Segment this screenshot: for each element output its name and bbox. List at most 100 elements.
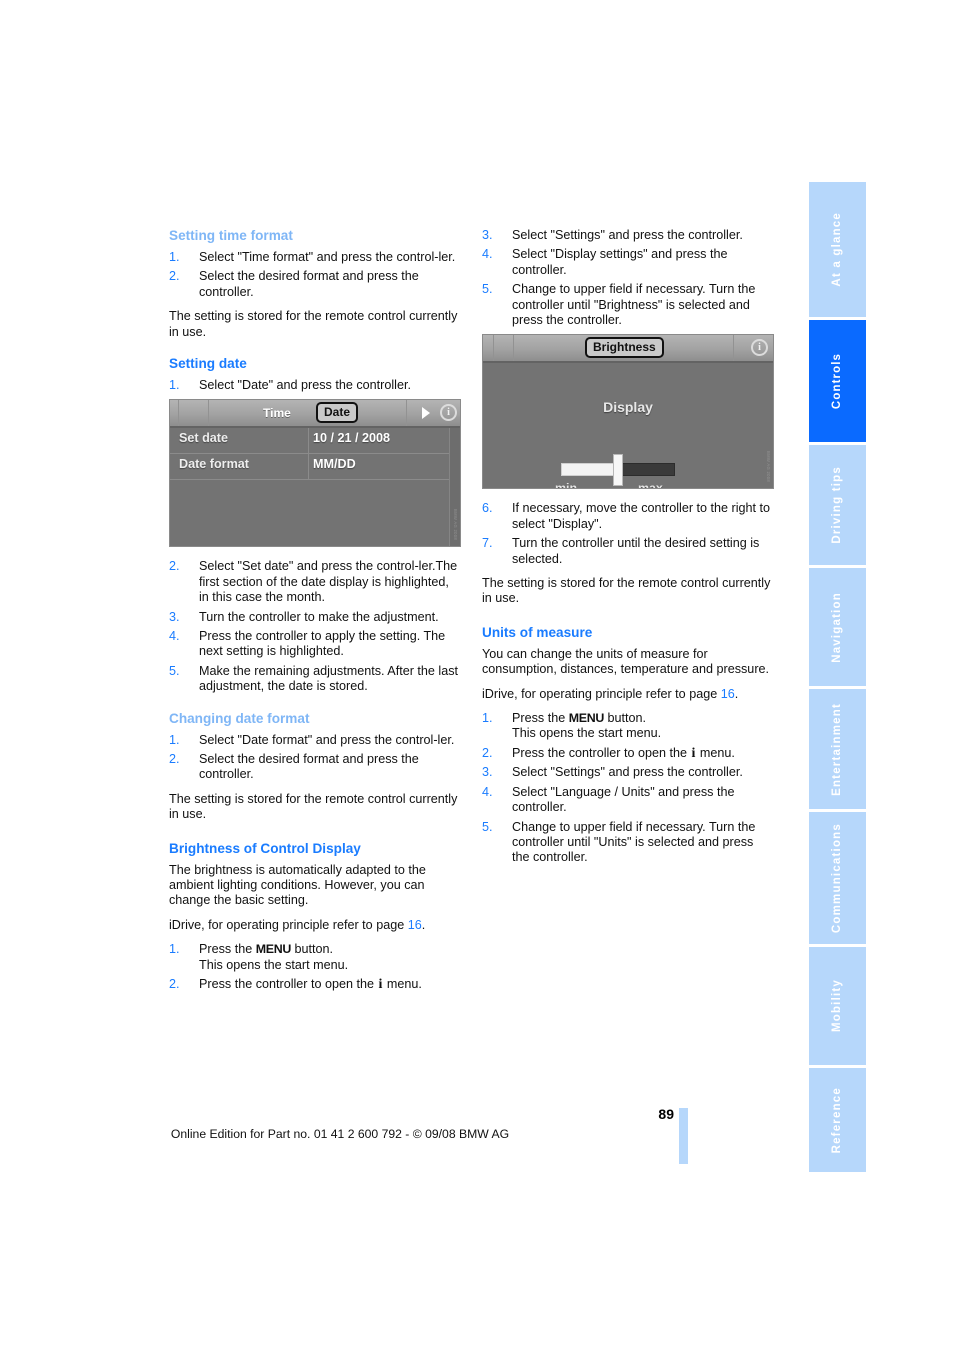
list-item: 1. Press the MENU button. This opens the… bbox=[169, 942, 461, 973]
sidebar-item-reference[interactable]: Reference bbox=[809, 1068, 866, 1172]
header-slot-divider bbox=[406, 400, 407, 427]
step-text-second-line: This opens the start menu. bbox=[512, 726, 662, 741]
steps-units-of-measure: 1. Press the MENU button. This opens the… bbox=[482, 711, 774, 866]
tab-label: Navigation bbox=[830, 591, 843, 663]
note-time-format: The setting is stored for the remote con… bbox=[169, 309, 458, 339]
list-item: 3. Select "Settings" and press the contr… bbox=[482, 228, 774, 243]
image-watermark: BMW AG 2008 bbox=[453, 509, 458, 541]
page-reference-link[interactable]: 16 bbox=[408, 918, 422, 932]
slider-thumb[interactable] bbox=[613, 454, 623, 487]
step-number: 6. bbox=[482, 501, 493, 516]
row-label: Date format bbox=[179, 457, 249, 472]
step-text: Turn the controller until the desired se… bbox=[512, 536, 760, 566]
table-row[interactable]: Set date 10 / 21 / 2008 bbox=[170, 428, 460, 455]
menu-button-key: MENU bbox=[568, 711, 605, 726]
step-number: 7. bbox=[482, 536, 493, 551]
page-number-marker bbox=[679, 1108, 688, 1164]
steps-setting-time-format: 1. Select "Time format" and press the co… bbox=[169, 250, 461, 300]
sidebar-item-communications[interactable]: Communications bbox=[809, 812, 866, 944]
step-text: Make the remaining adjustments. After th… bbox=[199, 663, 459, 694]
step-number: 4. bbox=[169, 629, 180, 644]
idrive-tab-brightness[interactable]: Brightness bbox=[585, 337, 664, 359]
list-item: 3. Turn the controller to make the adjus… bbox=[169, 610, 461, 625]
step-text-pre: Press the bbox=[199, 942, 256, 957]
step-text: Change to upper field if necessary. Turn… bbox=[512, 282, 756, 328]
step-number: 2. bbox=[169, 752, 180, 767]
tab-label: Controls bbox=[830, 352, 843, 410]
idrive-ref-suffix: . bbox=[421, 917, 426, 932]
steps-changing-date-format: 1. Select "Date format" and press the co… bbox=[169, 733, 461, 783]
step-text-second-line: This opens the start menu. bbox=[199, 957, 349, 972]
list-item: 5. Change to upper field if necessary. T… bbox=[482, 282, 774, 328]
step-number: 2. bbox=[169, 269, 180, 284]
header-slot-divider bbox=[178, 400, 179, 427]
idrive-ref-suffix: . bbox=[734, 686, 739, 701]
step-number: 2. bbox=[169, 977, 180, 992]
heading-setting-date: Setting date bbox=[169, 356, 247, 372]
list-item: 7. Turn the controller until the desired… bbox=[482, 536, 774, 567]
step-number: 5. bbox=[482, 282, 493, 297]
step-text: Select "Date format" and press the contr… bbox=[199, 732, 455, 747]
slider-fill bbox=[561, 463, 617, 477]
step-number: 4. bbox=[482, 784, 493, 799]
step-number: 3. bbox=[169, 609, 180, 624]
sidebar-item-controls[interactable]: Controls bbox=[809, 320, 866, 442]
list-item: 3. Select "Settings" and press the contr… bbox=[482, 765, 774, 780]
list-item: 2. Select the desired format and press t… bbox=[169, 752, 461, 783]
step-text-post: menu. bbox=[383, 977, 422, 992]
footer-text: Online Edition for Part no. 01 41 2 600 … bbox=[170, 1127, 510, 1141]
list-item: 1. Select "Date format" and press the co… bbox=[169, 733, 461, 748]
step-text: Select the desired format and press the … bbox=[199, 752, 419, 782]
step-text: Select "Time format" and press the contr… bbox=[199, 249, 456, 264]
step-text: Turn the controller to make the adjustme… bbox=[199, 609, 439, 624]
heading-changing-date-format: Changing date format bbox=[169, 710, 310, 726]
tab-label: At a glance bbox=[830, 212, 843, 287]
table-row[interactable]: Date format MM/DD bbox=[170, 454, 460, 481]
tab-label: Mobility bbox=[830, 979, 843, 1033]
idrive-brightness-screenshot: Brightness i Display min. max. BMW AG 20… bbox=[482, 334, 774, 490]
idrive-header-bar: Time Date i bbox=[170, 400, 460, 429]
intro-units: You can change the units of measure for … bbox=[482, 646, 770, 677]
info-circle-icon[interactable]: i bbox=[440, 404, 457, 422]
heading-brightness-of-control-display: Brightness of Control Display bbox=[169, 840, 361, 856]
step-number: 3. bbox=[482, 765, 493, 780]
idrive-ref-prefix: iDrive, for operating principle refer to… bbox=[482, 686, 721, 701]
sidebar-item-entertainment[interactable]: Entertainment bbox=[809, 689, 866, 809]
step-number: 2. bbox=[169, 559, 180, 574]
row-value: MM/DD bbox=[313, 457, 356, 472]
triangle-right-icon[interactable] bbox=[422, 407, 430, 420]
right-column: 3. Select "Settings" and press the contr… bbox=[482, 228, 774, 875]
intro-brightness: The brightness is automatically adapted … bbox=[169, 862, 426, 908]
sidebar-item-at-a-glance[interactable]: At a glance bbox=[809, 182, 866, 317]
list-item: 4. Press the controller to apply the set… bbox=[169, 629, 461, 660]
info-circle-icon[interactable]: i bbox=[751, 339, 768, 357]
step-number: 1. bbox=[482, 711, 493, 726]
sidebar-item-navigation[interactable]: Navigation bbox=[809, 568, 866, 686]
row-divider bbox=[308, 428, 309, 454]
page-reference-link[interactable]: 16 bbox=[721, 687, 735, 701]
list-item: 2. Press the controller to open the i me… bbox=[482, 746, 774, 761]
step-text: Change to upper field if necessary. Turn… bbox=[512, 819, 756, 865]
idrive-tab-date[interactable]: Date bbox=[316, 402, 359, 424]
list-item: 2. Select "Set date" and press the contr… bbox=[169, 559, 461, 605]
step-number: 4. bbox=[482, 247, 493, 262]
step-text-post: button. bbox=[604, 711, 647, 726]
menu-button-key: MENU bbox=[255, 942, 292, 957]
header-slot-divider bbox=[733, 335, 734, 362]
step-text-pre: Press the controller to open the bbox=[512, 745, 691, 760]
step-text: Select "Settings" and press the controll… bbox=[512, 228, 743, 242]
idrive-brightness-body: Display min. max. BMW AG 2008 bbox=[483, 363, 773, 488]
step-text-post: button. bbox=[291, 942, 334, 957]
list-item: 5. Make the remaining adjustments. After… bbox=[169, 664, 461, 695]
idrive-tab-time[interactable]: Time bbox=[263, 404, 291, 422]
step-number: 3. bbox=[482, 228, 493, 242]
sidebar-item-driving-tips[interactable]: Driving tips bbox=[809, 445, 866, 565]
steps-brightness-right-top: 3. Select "Settings" and press the contr… bbox=[482, 228, 774, 328]
step-number: 2. bbox=[482, 745, 493, 760]
note-brightness: The setting is stored for the remote con… bbox=[482, 576, 771, 606]
sidebar-item-mobility[interactable]: Mobility bbox=[809, 947, 866, 1065]
list-item: 6. If necessary, move the controller to … bbox=[482, 501, 774, 532]
note-changing-date-format: The setting is stored for the remote con… bbox=[169, 791, 458, 822]
left-column: Setting time format 1. Select "Time form… bbox=[169, 228, 461, 1002]
brightness-slider[interactable]: min. max. bbox=[483, 454, 773, 488]
